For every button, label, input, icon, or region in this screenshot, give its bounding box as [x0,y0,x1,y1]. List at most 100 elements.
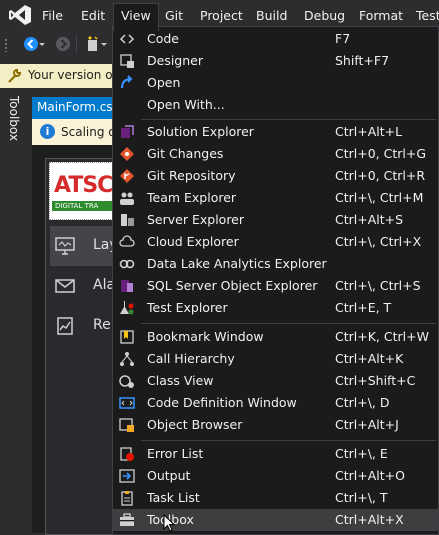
new-item-dropdown-icon[interactable] [100,35,108,53]
menu-item-shortcut: Ctrl+E, T [335,300,392,315]
menu-git[interactable]: Git [165,7,183,25]
toolbar-separator [76,36,77,52]
menu-item-label: Call Hierarchy [147,351,235,366]
menu-item-shortcut: Ctrl+K, Ctrl+W [335,329,429,344]
view-menu-item-team-explorer[interactable]: Team Explorer Ctrl+\, Ctrl+M [113,187,438,209]
menu-file[interactable]: File [42,7,63,25]
view-menu-item-sql-server-object-explorer[interactable]: SQL Server Object Explorer Ctrl+\, Ctrl+… [113,275,438,297]
view-menu-item-open-with[interactable]: Open With... [113,94,438,116]
menu-item-label: Code Definition Window [147,395,297,410]
view-menu-item-toolbox[interactable]: Toolbox Ctrl+Alt+X [113,509,438,531]
menu-item-shortcut: Ctrl+\, T [335,490,388,505]
menu-item-shortcut: Ctrl+Shift+C [335,373,416,388]
class-view-icon [119,375,134,388]
menu-item-label: Solution Explorer [147,124,254,139]
output-icon [119,469,135,483]
view-menu-item-error-list[interactable]: Error List Ctrl+\, E [113,443,438,465]
mouse-pointer-icon [163,514,175,532]
view-menu-item-solution-explorer[interactable]: Solution Explorer Ctrl+Alt+L [113,121,438,143]
view-menu-item-bookmark-window[interactable]: Bookmark Window Ctrl+K, Ctrl+W [113,326,438,348]
menu-item-label: Task List [147,490,200,505]
monitor-icon [55,237,75,255]
menu-item-label: Open With... [147,97,225,112]
cloud-icon [119,235,135,247]
view-menu-item-cloud-explorer[interactable]: Cloud Explorer Ctrl+\, Ctrl+X [113,231,438,253]
form-logo: ATSC DIGITAL TRA [49,162,121,220]
object-browser-icon [119,418,134,432]
toolbox-side-tab[interactable]: Toolbox [0,88,26,533]
menu-item-label: Bookmark Window [147,329,264,344]
form-nav-label: Re [93,317,111,333]
view-menu-item-open[interactable]: Open [113,72,438,94]
menu-test[interactable]: Test [416,7,439,25]
scaling-info-text: Scaling o [61,125,116,139]
menu-item-shortcut: Shift+F7 [335,53,390,68]
menu-separator [141,440,436,441]
menu-item-shortcut: Ctrl+\, D [335,395,390,410]
menu-item-label: Git Repository [147,168,236,183]
menu-item-shortcut: Ctrl+0, Ctrl+G [335,146,427,161]
forward-icon[interactable] [54,35,72,53]
mail-icon [55,279,75,293]
server-explorer-icon [121,214,134,226]
view-menu-item-call-hierarchy[interactable]: Call Hierarchy Ctrl+Alt+K [113,348,438,370]
designer-icon [120,54,134,68]
sql-server-icon [121,280,133,292]
back-dropdown-icon[interactable] [38,35,46,53]
menu-view[interactable]: View [113,3,159,31]
menu-item-label: Server Explorer [147,212,245,227]
menu-project[interactable]: Project [200,7,243,25]
menu-item-shortcut: Ctrl+\, E [335,446,388,461]
view-menu-item-git-repository[interactable]: Git Repository Ctrl+0, Ctrl+R [113,165,438,187]
menu-item-label: Designer [147,53,203,68]
menu-item-shortcut: Ctrl+Alt+K [335,351,404,366]
document-tab[interactable]: MainForm.cs [ [32,97,119,117]
open-icon [121,75,133,89]
call-hierarchy-icon [120,352,134,366]
menu-item-label: Output [147,468,191,483]
task-list-icon [121,491,133,506]
view-menu-item-git-changes[interactable]: Git Changes Ctrl+0, Ctrl+G [113,143,438,165]
menu-separator [141,323,436,324]
menu-separator [141,119,436,120]
view-menu-item-test-explorer[interactable]: Test Explorer Ctrl+E, T [113,297,438,319]
view-menu-dropdown: Code F7 Designer Shift+F7 Open Open With… [112,26,439,535]
form-logo-brand: ATSC [54,173,113,198]
view-menu-item-task-list[interactable]: Task List Ctrl+\, T [113,487,438,509]
visual-studio-logo-icon[interactable] [8,4,32,26]
menu-item-shortcut: Ctrl+Alt+X [335,512,404,527]
toolbox-side-tab-label[interactable]: Toolbox [7,96,21,141]
view-menu-item-server-explorer[interactable]: Server Explorer Ctrl+Alt+S [113,209,438,231]
menu-item-shortcut: F7 [335,31,351,46]
menu-build[interactable]: Build [256,7,287,25]
error-list-icon [120,447,134,461]
view-menu-item-data-lake-analytics-explorer[interactable]: Data Lake Analytics Explorer [113,253,438,275]
bookmark-icon [120,330,134,344]
menu-edit[interactable]: Edit [81,7,105,25]
git-repository-icon [120,169,134,183]
view-menu-item-designer[interactable]: Designer Shift+F7 [113,50,438,72]
update-info-text: Your version of [28,68,117,82]
menu-item-label: Error List [147,446,204,461]
view-menu-item-object-browser[interactable]: Object Browser Ctrl+Alt+J [113,414,438,436]
form-logo-subtitle: DIGITAL TRA [52,201,120,211]
menu-item-label: Class View [147,373,214,388]
menu-item-shortcut: Ctrl+Alt+J [335,417,399,432]
menu-item-label: Data Lake Analytics Explorer [147,256,327,271]
test-explorer-icon [120,301,134,315]
menu-item-shortcut: Ctrl+Alt+S [335,212,404,227]
toolbox-icon [120,513,134,526]
view-menu-item-class-view[interactable]: Class View Ctrl+Shift+C [113,370,438,392]
team-explorer-icon [120,192,134,205]
menu-format[interactable]: Format [359,7,403,25]
menu-item-shortcut: Ctrl+\, Ctrl+S [335,278,421,293]
menu-item-shortcut: Ctrl+\, Ctrl+M [335,190,424,205]
menu-item-label: Cloud Explorer [147,234,239,249]
view-menu-item-code[interactable]: Code F7 [113,28,438,50]
toolbar-grip[interactable] [4,38,8,52]
code-definition-icon [119,397,135,409]
view-menu-item-code-definition-window[interactable]: Code Definition Window Ctrl+\, D [113,392,438,414]
menu-item-shortcut: Ctrl+Alt+L [335,124,403,139]
view-menu-item-output[interactable]: Output Ctrl+Alt+O [113,465,438,487]
menu-debug[interactable]: Debug [304,7,345,25]
